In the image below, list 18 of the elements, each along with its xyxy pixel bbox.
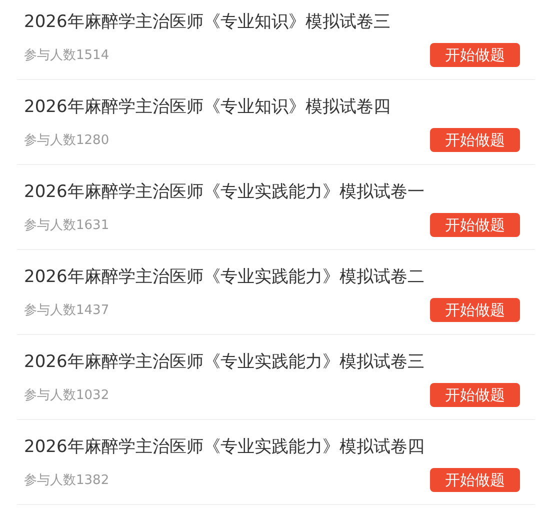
participant-count: 参与人数1382 [24,472,110,489]
start-button[interactable]: 开始做题 [430,213,520,237]
exam-title: 2026年麻醉学主治医师《专业实践能力》模拟试卷三 [24,351,426,373]
exam-title: 2026年麻醉学主治医师《专业知识》模拟试卷四 [24,96,392,118]
exam-title: 2026年麻醉学主治医师《专业实践能力》模拟试卷四 [24,436,426,458]
participant-count: 参与人数1280 [24,132,110,149]
participant-count: 参与人数1631 [24,217,110,234]
exam-title: 2026年麻醉学主治医师《专业实践能力》模拟试卷一 [24,181,426,203]
start-button[interactable]: 开始做题 [430,298,520,322]
exam-title: 2026年麻醉学主治医师《专业实践能力》模拟试卷二 [24,266,426,288]
start-button[interactable]: 开始做题 [430,468,520,492]
exam-title: 2026年麻醉学主治医师《专业知识》模拟试卷三 [24,11,392,33]
participant-count: 参与人数1437 [24,302,110,319]
start-button[interactable]: 开始做题 [430,128,520,152]
participant-count: 参与人数1032 [24,387,110,404]
participant-count: 参与人数1514 [24,47,110,64]
start-button[interactable]: 开始做题 [430,43,520,67]
start-button[interactable]: 开始做题 [430,383,520,407]
